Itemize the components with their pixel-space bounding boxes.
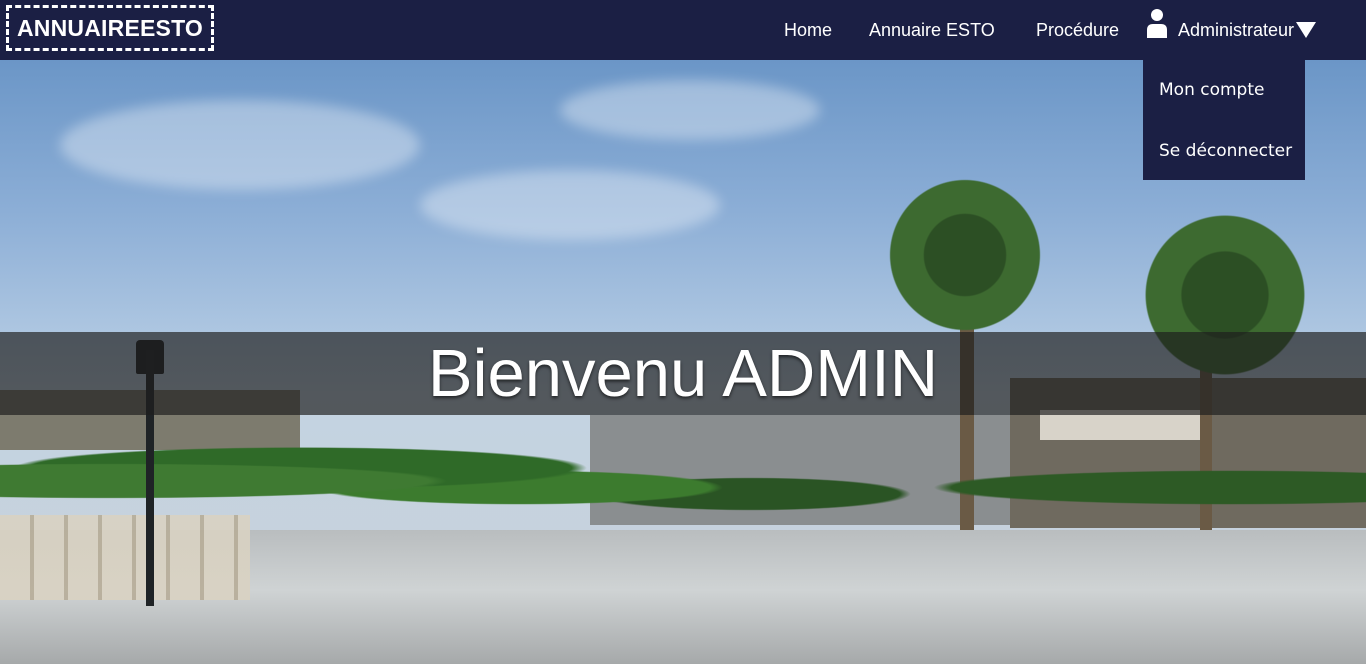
palm-tree [860, 170, 1070, 340]
navbar: ANNUAIREESTO Home Annuaire ESTO Procédur… [0, 0, 1366, 60]
site-logo[interactable]: ANNUAIREESTO [6, 5, 214, 51]
caret-down-icon [1296, 22, 1316, 38]
cloud [560, 80, 820, 140]
user-icon [1147, 9, 1167, 38]
menu-item-mon-compte[interactable]: Mon compte [1159, 80, 1264, 100]
cloud [60, 100, 420, 190]
welcome-heading: Bienvenu ADMIN [427, 336, 939, 411]
nav-link-annuaire-esto[interactable]: Annuaire ESTO [869, 0, 995, 60]
cloud [420, 170, 720, 240]
admin-dropdown-menu: Mon compte Se déconnecter [1143, 60, 1305, 180]
admin-label: Administrateur [1178, 20, 1295, 40]
nav-link-home[interactable]: Home [784, 0, 832, 60]
fountain-basin [0, 515, 250, 600]
admin-menu-toggle[interactable]: Administrateur [1144, 0, 1330, 60]
nav-link-procedure[interactable]: Procédure [1036, 0, 1119, 60]
menu-item-se-deconnecter[interactable]: Se déconnecter [1159, 141, 1292, 161]
